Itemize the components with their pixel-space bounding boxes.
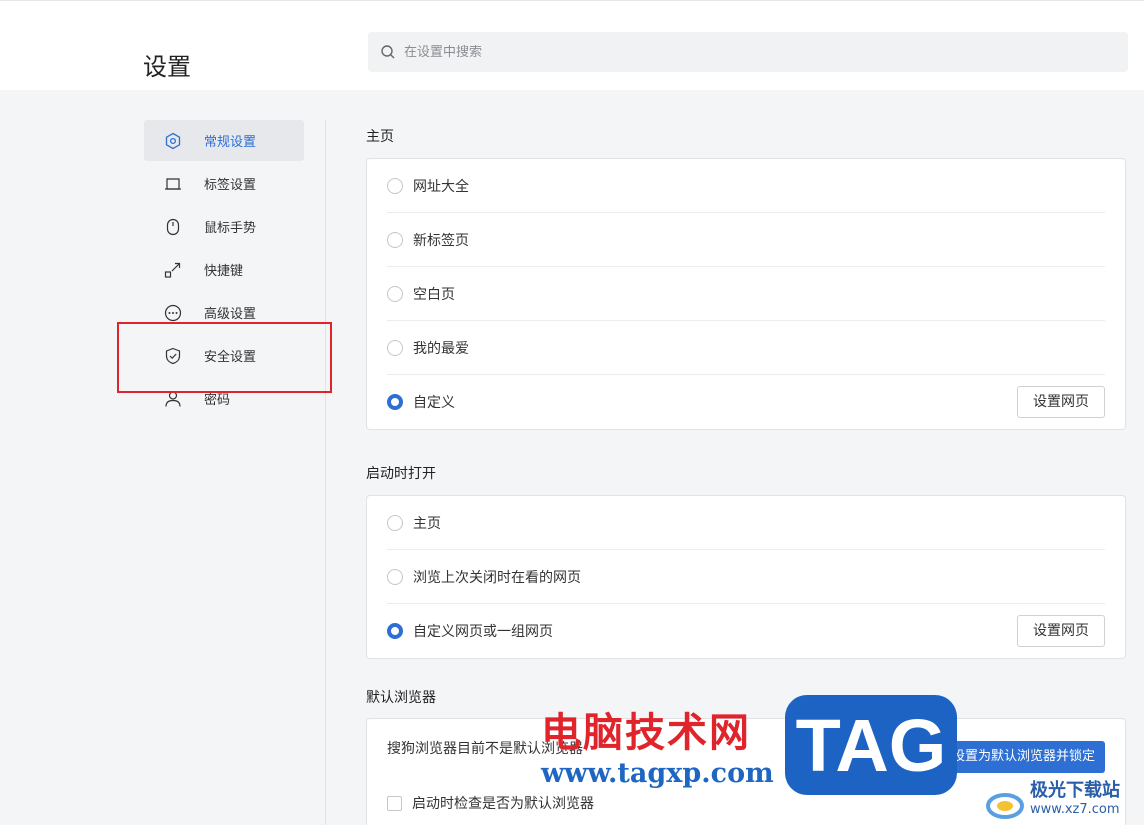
set-default-browser-button[interactable]: 设置为默认浏览器并锁定: [941, 741, 1105, 773]
option-label: 浏览上次关闭时在看的网页: [413, 569, 581, 586]
radio-button-selected[interactable]: [387, 623, 403, 639]
aurora-logo-icon: [986, 793, 1024, 819]
sidebar-item-label: 鼠标手势: [204, 221, 257, 236]
top-header: 设置: [0, 0, 1144, 90]
checkbox[interactable]: [387, 795, 402, 811]
option-label: 新标签页: [413, 232, 469, 249]
option-label: 空白页: [413, 286, 455, 303]
radio-button[interactable]: [387, 339, 403, 356]
page-title: 设置: [143, 53, 191, 81]
homepage-option[interactable]: 网址大全: [387, 159, 1105, 213]
startup-option[interactable]: 主页: [387, 496, 1105, 550]
radio-button[interactable]: [387, 285, 403, 302]
watermark-text: 电脑技术网: [541, 710, 751, 756]
watermark-url: www.tagxp.com: [541, 758, 774, 789]
watermark-tag-logo: TAG: [785, 695, 957, 795]
sidebar-item-label: 高级设置: [204, 307, 257, 322]
sidebar-item-shortcuts[interactable]: 快捷键: [144, 249, 304, 290]
section-title-startup: 启动时打开: [366, 466, 436, 482]
section-title-homepage: 主页: [366, 129, 394, 145]
sidebar-item-label: 快捷键: [204, 264, 244, 279]
hexagon-settings-icon: [164, 132, 182, 150]
option-label: 自定义网页或一组网页: [413, 624, 553, 640]
homepage-option[interactable]: 空白页: [387, 267, 1105, 321]
option-label: 我的最爱: [413, 340, 469, 357]
more-dots-icon: [164, 304, 182, 322]
checkbox-label: 启动时检查是否为默认浏览器: [412, 796, 594, 812]
homepage-set-page-button[interactable]: 设置网页: [1017, 386, 1105, 418]
startup-option[interactable]: 浏览上次关闭时在看的网页: [387, 550, 1105, 604]
sidebar-item-mouse-gestures[interactable]: 鼠标手势: [144, 206, 304, 247]
radio-button[interactable]: [387, 568, 403, 585]
radio-button[interactable]: [387, 177, 403, 194]
option-label: 主页: [413, 515, 441, 532]
homepage-option-custom[interactable]: 自定义 设置网页: [387, 375, 1105, 429]
sidebar-item-label: 标签设置: [204, 178, 257, 193]
radio-button-selected[interactable]: [387, 394, 403, 410]
sidebar-divider: [325, 120, 326, 825]
watermark-site-name: 极光下载站: [1030, 780, 1120, 801]
highlight-box: [117, 322, 332, 393]
section-title-default-browser: 默认浏览器: [366, 690, 436, 706]
startup-card: 主页 浏览上次关闭时在看的网页 自定义网页或一组网页 设置网页: [366, 495, 1126, 659]
radio-button[interactable]: [387, 231, 403, 248]
option-label: 自定义: [413, 395, 455, 411]
search-input[interactable]: [404, 44, 1104, 60]
startup-option-custom[interactable]: 自定义网页或一组网页 设置网页: [387, 604, 1105, 658]
homepage-card: 网址大全 新标签页 空白页 我的最爱 自定义 设置网页: [366, 158, 1126, 430]
shortcut-arrow-icon: [164, 261, 182, 279]
watermark-site-url: www.xz7.com: [1030, 802, 1120, 817]
option-label: 网址大全: [413, 178, 469, 195]
search-box[interactable]: [368, 32, 1128, 72]
sidebar-item-general[interactable]: 常规设置: [144, 120, 304, 161]
homepage-option[interactable]: 我的最爱: [387, 321, 1105, 375]
homepage-option[interactable]: 新标签页: [387, 213, 1105, 267]
sidebar-item-label: 常规设置: [204, 135, 257, 150]
check-default-row[interactable]: 启动时检查是否为默认浏览器: [387, 793, 594, 813]
startup-set-page-button[interactable]: 设置网页: [1017, 615, 1105, 647]
search-icon: [381, 45, 395, 59]
radio-button[interactable]: [387, 514, 403, 531]
sidebar-item-tabs[interactable]: 标签设置: [144, 163, 304, 204]
mouse-icon: [164, 218, 182, 236]
tab-icon: [164, 175, 182, 193]
